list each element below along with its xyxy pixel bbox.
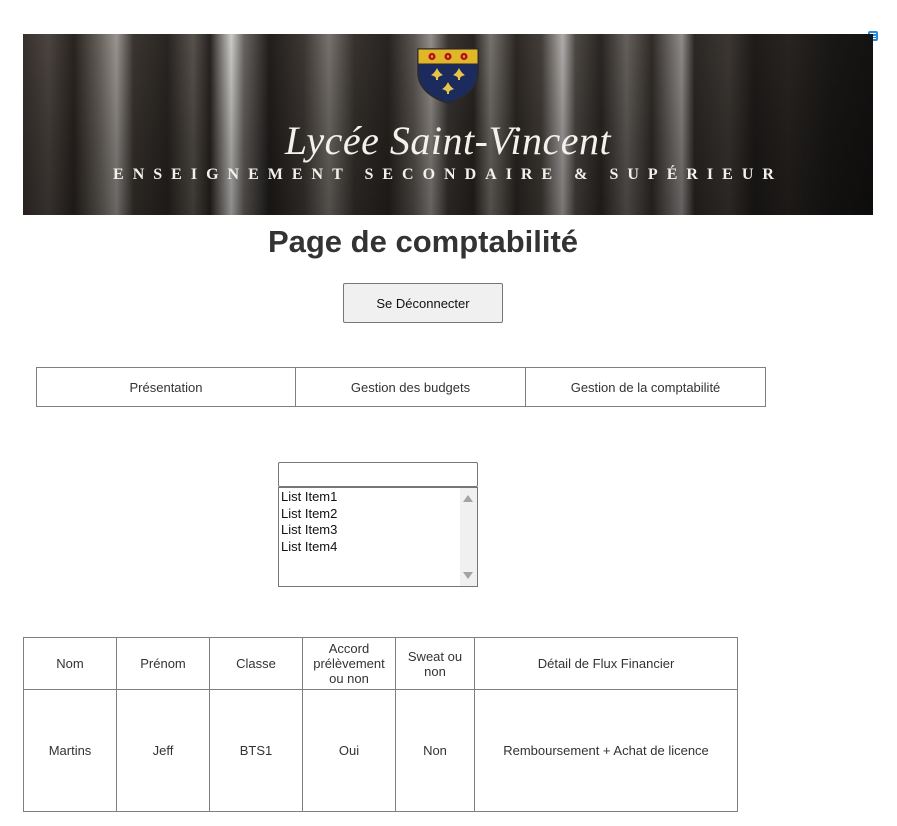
page: Lycée Saint-Vincent ENSEIGNEMENT SECONDA… [0,0,897,826]
cell-accord: Oui [302,689,396,812]
list-item[interactable]: List Item3 [281,522,337,539]
tab-accounting-management[interactable]: Gestion de la comptabilité [525,367,766,407]
scroll-up-arrow-icon[interactable] [463,495,473,502]
list-item[interactable]: List Item1 [281,489,337,506]
cell-flux: Remboursement + Achat de licence [474,689,738,812]
search-input[interactable] [278,462,478,487]
header-banner: Lycée Saint-Vincent ENSEIGNEMENT SECONDA… [23,34,873,215]
table-row: Martins Jeff BTS1 Oui Non Remboursement … [23,689,738,812]
listbox-scrollbar[interactable] [460,488,477,586]
column-header-classe: Classe [209,637,303,690]
cell-classe: BTS1 [209,689,303,812]
accounting-table: Nom Prénom Classe Accord prélèvement ou … [23,637,738,812]
column-header-prenom: Prénom [116,637,210,690]
list-item[interactable]: List Item2 [281,506,337,523]
school-name: Lycée Saint-Vincent [284,118,612,163]
cell-prenom: Jeff [116,689,210,812]
logout-button[interactable]: Se Déconnecter [343,283,503,323]
list-item[interactable]: List Item4 [281,539,337,556]
column-header-accord: Accord prélèvement ou non [302,637,396,690]
school-crest-logo [417,48,479,104]
tab-presentation[interactable]: Présentation [36,367,296,407]
school-tagline: ENSEIGNEMENT SECONDAIRE & SUPÉRIEUR [113,166,783,183]
nav-tabs: Présentation Gestion des budgets Gestion… [36,367,766,407]
page-title: Page de comptabilité [267,224,579,259]
item-listbox[interactable]: List Item1 List Item2 List Item3 List It… [278,487,478,587]
column-header-nom: Nom [23,637,117,690]
cell-nom: Martins [23,689,117,812]
column-header-sweat: Sweat ou non [395,637,475,690]
column-header-flux: Détail de Flux Financier [474,637,738,690]
cell-sweat: Non [395,689,475,812]
listbox-items: List Item1 List Item2 List Item3 List It… [281,489,337,555]
scroll-down-arrow-icon[interactable] [463,572,473,579]
tab-budget-management[interactable]: Gestion des budgets [295,367,526,407]
table-header-row: Nom Prénom Classe Accord prélèvement ou … [23,637,738,690]
